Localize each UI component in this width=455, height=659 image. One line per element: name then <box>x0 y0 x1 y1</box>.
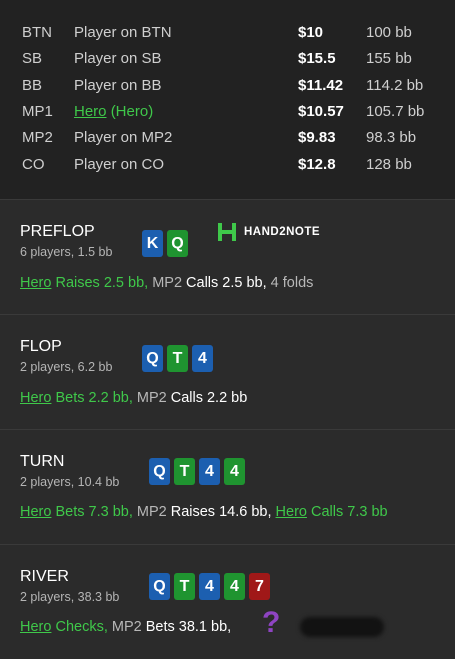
hero-link[interactable]: Hero <box>276 504 307 520</box>
position-label: BTN <box>22 24 52 41</box>
hero-link[interactable]: Hero <box>20 390 51 406</box>
card: K <box>142 230 163 257</box>
position-label: BB <box>22 77 43 94</box>
action-text: Bets 2.2 bb, <box>51 390 133 406</box>
player-name: Player on BTN <box>74 24 172 41</box>
board-cards: Q T 4 4 <box>149 458 245 485</box>
player-row-sb: SB Player on SB $15.5 155 bb <box>0 47 455 71</box>
stack-money: $9.83 <box>298 129 336 146</box>
action-text: Checks, <box>51 619 108 635</box>
street-title: FLOP <box>20 338 62 355</box>
player-row-bb: BB Player on BB $11.42 114.2 bb <box>0 74 455 98</box>
player-name: Player on CO <box>74 156 165 173</box>
street-preflop: PREFLOP 6 players, 1.5 bb K Q Hero Raise… <box>0 199 455 315</box>
stack-money: $10.57 <box>298 103 344 120</box>
stack-bb: 100 bb <box>366 24 412 41</box>
action-text: Calls 2.2 bb <box>166 390 248 406</box>
hero-tag: (Hero) <box>110 103 154 120</box>
street-subtitle: 6 players, 1.5 bb <box>20 245 113 259</box>
player-row-co: CO Player on CO $12.8 128 bb <box>0 153 455 177</box>
stack-money: $12.8 <box>298 156 336 173</box>
hero-link[interactable]: Hero <box>20 504 51 520</box>
hand2note-logo: HAND2NOTE <box>216 221 320 243</box>
card: 7 <box>249 573 270 600</box>
action-text: Bets 7.3 bb, <box>51 504 133 520</box>
position-label: MP1 <box>22 103 53 120</box>
position-label: MP2 <box>22 129 53 146</box>
street-actions: Hero Bets 7.3 bb, MP2 Raises 14.6 bb, He… <box>20 504 388 520</box>
action-text: Raises 2.5 bb, <box>51 275 149 291</box>
players-table: BTN Player on BTN $10 100 bb SB Player o… <box>0 0 455 199</box>
player-row-btn: BTN Player on BTN $10 100 bb <box>0 21 455 45</box>
redacted-action <box>300 617 384 637</box>
street-river: RIVER 2 players, 38.3 bb Q T 4 4 7 Hero … <box>0 544 455 659</box>
street-actions: Hero Checks, MP2 Bets 38.1 bb, <box>20 619 231 635</box>
player-label: MP2 <box>107 619 142 635</box>
stack-bb: 128 bb <box>366 156 412 173</box>
action-text: Calls 7.3 bb <box>306 504 388 520</box>
hand2note-logo-icon <box>218 223 236 241</box>
street-actions: Hero Bets 2.2 bb, MP2 Calls 2.2 bb <box>20 390 247 406</box>
stack-money: $15.5 <box>298 50 336 67</box>
card: Q <box>142 345 163 372</box>
street-actions: Hero Raises 2.5 bb, MP2 Calls 2.5 bb, 4 … <box>20 275 313 291</box>
stack-bb: 114.2 bb <box>366 77 424 94</box>
card: 4 <box>192 345 213 372</box>
player-label: MP2 <box>148 275 183 291</box>
action-text: Calls 2.5 bb, <box>182 275 267 291</box>
player-name-hero: Hero (Hero) <box>74 100 153 124</box>
card: Q <box>149 573 170 600</box>
hole-cards: K Q <box>142 230 188 257</box>
street-subtitle: 2 players, 10.4 bb <box>20 475 120 489</box>
street-turn: TURN 2 players, 10.4 bb Q T 4 4 Hero Bet… <box>0 429 455 545</box>
card: Q <box>167 230 188 257</box>
action-text: 4 folds <box>266 275 314 291</box>
stack-money: $10 <box>298 24 324 41</box>
stack-bb: 98.3 bb <box>366 129 417 146</box>
hero-link[interactable]: Hero <box>74 103 107 120</box>
player-row-mp1: MP1 Hero (Hero) $10.57 105.7 bb <box>0 100 455 124</box>
card: T <box>174 573 195 600</box>
street-subtitle: 2 players, 6.2 bb <box>20 360 113 374</box>
position-label: CO <box>22 156 45 173</box>
stack-money: $11.42 <box>298 77 344 94</box>
player-name: Player on MP2 <box>74 129 173 146</box>
card: Q <box>149 458 170 485</box>
street-subtitle: 2 players, 38.3 bb <box>20 590 120 604</box>
card: 4 <box>199 573 220 600</box>
action-text: Raises 14.6 bb, <box>166 504 272 520</box>
logo-text: HAND2NOTE <box>244 226 321 238</box>
stack-bb: 105.7 bb <box>366 103 425 120</box>
hero-link[interactable]: Hero <box>20 275 51 291</box>
hero-link[interactable]: Hero <box>20 619 51 635</box>
card: T <box>167 345 188 372</box>
stack-bb: 155 bb <box>366 50 412 67</box>
board-cards: Q T 4 <box>142 345 213 372</box>
player-label: MP2 <box>132 390 167 406</box>
player-name: Player on BB <box>74 77 162 94</box>
board-cards: Q T 4 4 7 <box>149 573 270 600</box>
player-row-mp2: MP2 Player on MP2 $9.83 98.3 bb <box>0 126 455 150</box>
card: 4 <box>199 458 220 485</box>
street-title: TURN <box>20 453 65 470</box>
player-label: MP2 <box>132 504 167 520</box>
street-flop: FLOP 2 players, 6.2 bb Q T 4 Hero Bets 2… <box>0 314 455 430</box>
position-label: SB <box>22 50 43 67</box>
card: 4 <box>224 458 245 485</box>
street-title: RIVER <box>20 568 69 585</box>
player-name: Player on SB <box>74 50 162 67</box>
action-text: Bets 38.1 bb, <box>141 619 232 635</box>
question-mark-icon: ? <box>262 606 281 639</box>
card: 4 <box>224 573 245 600</box>
street-title: PREFLOP <box>20 223 95 240</box>
card: T <box>174 458 195 485</box>
